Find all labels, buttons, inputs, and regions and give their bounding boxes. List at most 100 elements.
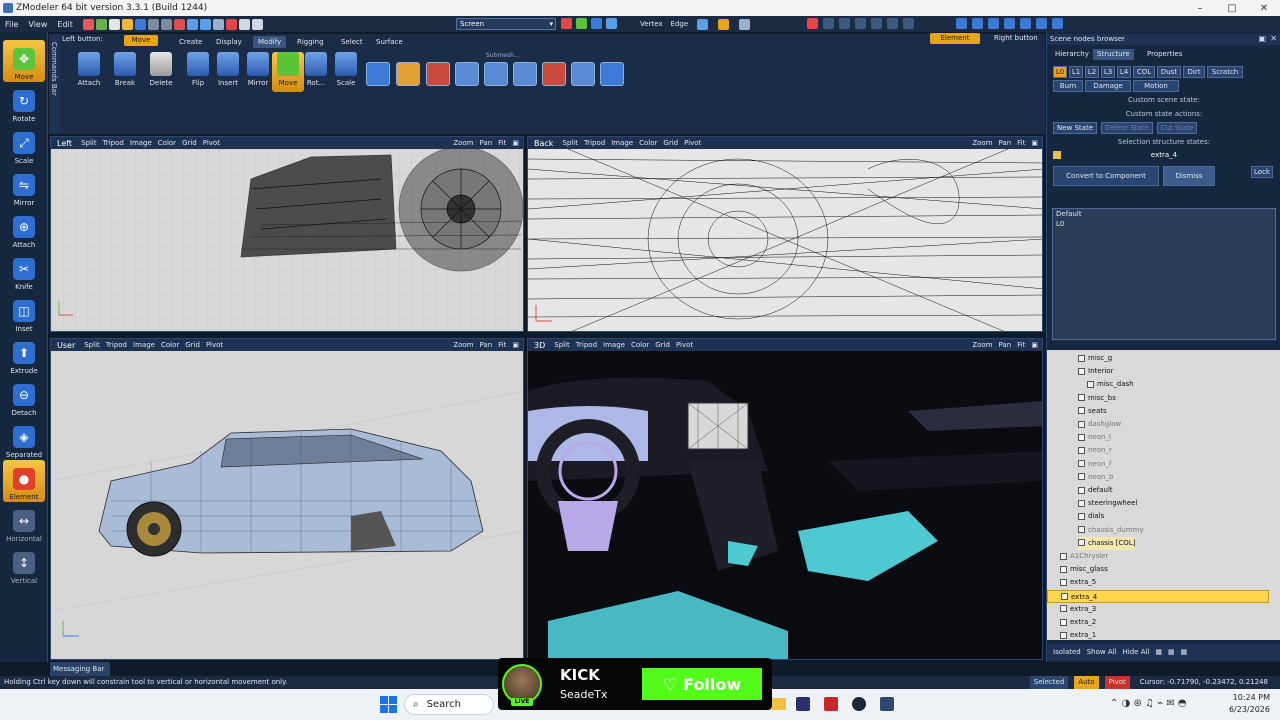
view-options-icon[interactable] — [1052, 18, 1063, 29]
checkbox-icon[interactable] — [1078, 433, 1085, 441]
photoshop-icon[interactable] — [796, 697, 810, 711]
edge-mode-button[interactable]: Edge — [671, 20, 689, 28]
close-panel-icon[interactable]: ✕ — [1270, 34, 1277, 43]
tab-hierarchy[interactable]: Hierarchy — [1051, 49, 1093, 60]
flip-button[interactable]: Flip — [182, 52, 214, 92]
lod-l3-button[interactable]: L3 — [1101, 66, 1115, 78]
menu-file[interactable]: File — [0, 20, 23, 29]
image-menu[interactable]: Image — [130, 341, 158, 349]
document-icon[interactable] — [238, 18, 250, 30]
tree-node[interactable]: extra_3 — [1060, 603, 1096, 616]
minimize-button[interactable]: – — [1184, 0, 1216, 16]
tool-scale[interactable]: ⤢ Scale — [3, 124, 45, 166]
submesh-bridge-icon[interactable] — [513, 62, 537, 86]
tab-display[interactable]: Display — [211, 36, 247, 48]
submesh-uv-icon[interactable] — [571, 62, 595, 86]
save-icon[interactable] — [134, 18, 146, 30]
vertex-mode-button[interactable]: Vertex — [640, 20, 663, 28]
checkbox-icon[interactable] — [1078, 367, 1085, 375]
pivot-menu[interactable]: Pivot — [200, 139, 223, 147]
import-icon[interactable] — [147, 18, 159, 30]
axis-lock-icon[interactable] — [606, 18, 617, 29]
color-menu[interactable]: Color — [158, 341, 182, 349]
lod-l0-button[interactable]: L0 — [1053, 66, 1067, 78]
object-mode-icon[interactable] — [739, 18, 751, 30]
tree-node[interactable]: A1Chrysler — [1060, 550, 1108, 563]
tree-node[interactable]: misc_dash — [1087, 378, 1134, 391]
mirror-button[interactable]: Mirror — [242, 52, 274, 92]
mode-badge-element[interactable]: Element — [930, 33, 980, 44]
steam-icon[interactable] — [852, 697, 866, 711]
coordinate-space-select[interactable]: Screen ▾ — [456, 18, 556, 30]
tab-modify[interactable]: Modify — [253, 36, 287, 48]
tree-node[interactable]: neon_f — [1078, 458, 1111, 471]
lod-l2-button[interactable]: L2 — [1085, 66, 1099, 78]
tree-node[interactable]: seats — [1078, 405, 1107, 418]
dismiss-button[interactable]: Dismiss — [1163, 166, 1215, 186]
damage-dropdown[interactable]: Damage — [1085, 80, 1131, 92]
color-menu[interactable]: Color — [628, 341, 652, 349]
split-menu[interactable]: Split — [559, 139, 581, 147]
select-tool-icon[interactable] — [823, 18, 834, 29]
checkbox-icon[interactable] — [1078, 354, 1085, 362]
tree-node[interactable]: chassis [COL] — [1078, 536, 1136, 550]
fit-button[interactable]: Fit — [498, 341, 506, 349]
checkbox-icon[interactable] — [1078, 473, 1085, 481]
tool-detach[interactable]: ⊖ Detach — [3, 376, 45, 418]
lock-button[interactable]: Lock — [1251, 166, 1273, 178]
follow-button[interactable]: ♡ Follow — [642, 668, 762, 700]
taskbar-search[interactable]: ⌕ Search — [404, 694, 494, 715]
cut-icon[interactable] — [173, 18, 185, 30]
maximize-viewport-icon[interactable]: ▣ — [1031, 341, 1038, 349]
break-button[interactable]: Break — [109, 52, 141, 92]
tree-node[interactable]: steeringwheel — [1078, 497, 1137, 510]
view-texture-icon[interactable] — [1004, 18, 1015, 29]
dust-button[interactable]: Dust — [1157, 66, 1181, 78]
tree-node[interactable]: neon_b — [1078, 471, 1113, 484]
zoom-button[interactable]: Zoom — [453, 341, 473, 349]
fit-button[interactable]: Fit — [1017, 341, 1025, 349]
viewport-left[interactable]: Left Split Tripod Image Color Grid Pivot… — [50, 136, 524, 332]
magnet-icon[interactable] — [887, 18, 898, 29]
tab-create[interactable]: Create — [174, 36, 207, 48]
viewport-3d[interactable]: 3D Split Tripod Image Color Grid Pivot Z… — [527, 338, 1043, 660]
tree-node[interactable]: neon_l — [1078, 431, 1111, 444]
record-icon[interactable] — [225, 18, 237, 30]
checkbox-icon[interactable] — [1078, 394, 1085, 402]
submesh-split-icon[interactable] — [426, 62, 450, 86]
checkbox-icon[interactable] — [1060, 605, 1067, 613]
pivot-menu[interactable]: Pivot — [673, 341, 696, 349]
windows-start-icon[interactable] — [380, 696, 397, 713]
tool-element[interactable]: ● Element — [3, 460, 45, 502]
checkbox-icon[interactable] — [1061, 593, 1068, 601]
checkbox-icon[interactable] — [1078, 420, 1085, 428]
checkbox-icon[interactable] — [1078, 526, 1085, 534]
color-menu[interactable]: Color — [636, 139, 660, 147]
zmodeler-taskbar-icon[interactable] — [880, 697, 894, 711]
grid-snap-icon[interactable] — [903, 18, 914, 29]
pivot-toggle[interactable]: Pivot — [1104, 676, 1130, 689]
viewport-name[interactable]: 3D — [528, 341, 551, 350]
pivot-menu[interactable]: Pivot — [681, 139, 704, 147]
checkbox-icon[interactable] — [1060, 631, 1067, 639]
menu-view[interactable]: View — [23, 20, 52, 29]
tripod-menu[interactable]: Tripod — [103, 341, 130, 349]
snap-icon[interactable] — [871, 18, 882, 29]
view-layout-icon[interactable] — [956, 18, 967, 29]
pan-button[interactable]: Pan — [999, 139, 1012, 147]
clipboard-icon[interactable] — [251, 18, 263, 30]
tree-node[interactable]: misc_g — [1078, 352, 1112, 365]
view-camera-icon[interactable] — [972, 18, 983, 29]
copy-icon[interactable] — [186, 18, 198, 30]
grid-menu[interactable]: Grid — [660, 139, 681, 147]
viewport-name[interactable]: Back — [528, 139, 559, 148]
tool-attach[interactable]: ⊕ Attach — [3, 208, 45, 250]
tool-mirror[interactable]: ⇋ Mirror — [3, 166, 45, 208]
face-mode-icon[interactable] — [697, 18, 709, 30]
maximize-viewport-icon[interactable]: ▣ — [512, 139, 519, 147]
stop-icon[interactable] — [807, 18, 818, 29]
image-menu[interactable]: Image — [608, 139, 636, 147]
split-menu[interactable]: Split — [78, 139, 100, 147]
submesh-cube-icon[interactable] — [366, 62, 390, 86]
viewport-name[interactable]: User — [51, 341, 81, 350]
